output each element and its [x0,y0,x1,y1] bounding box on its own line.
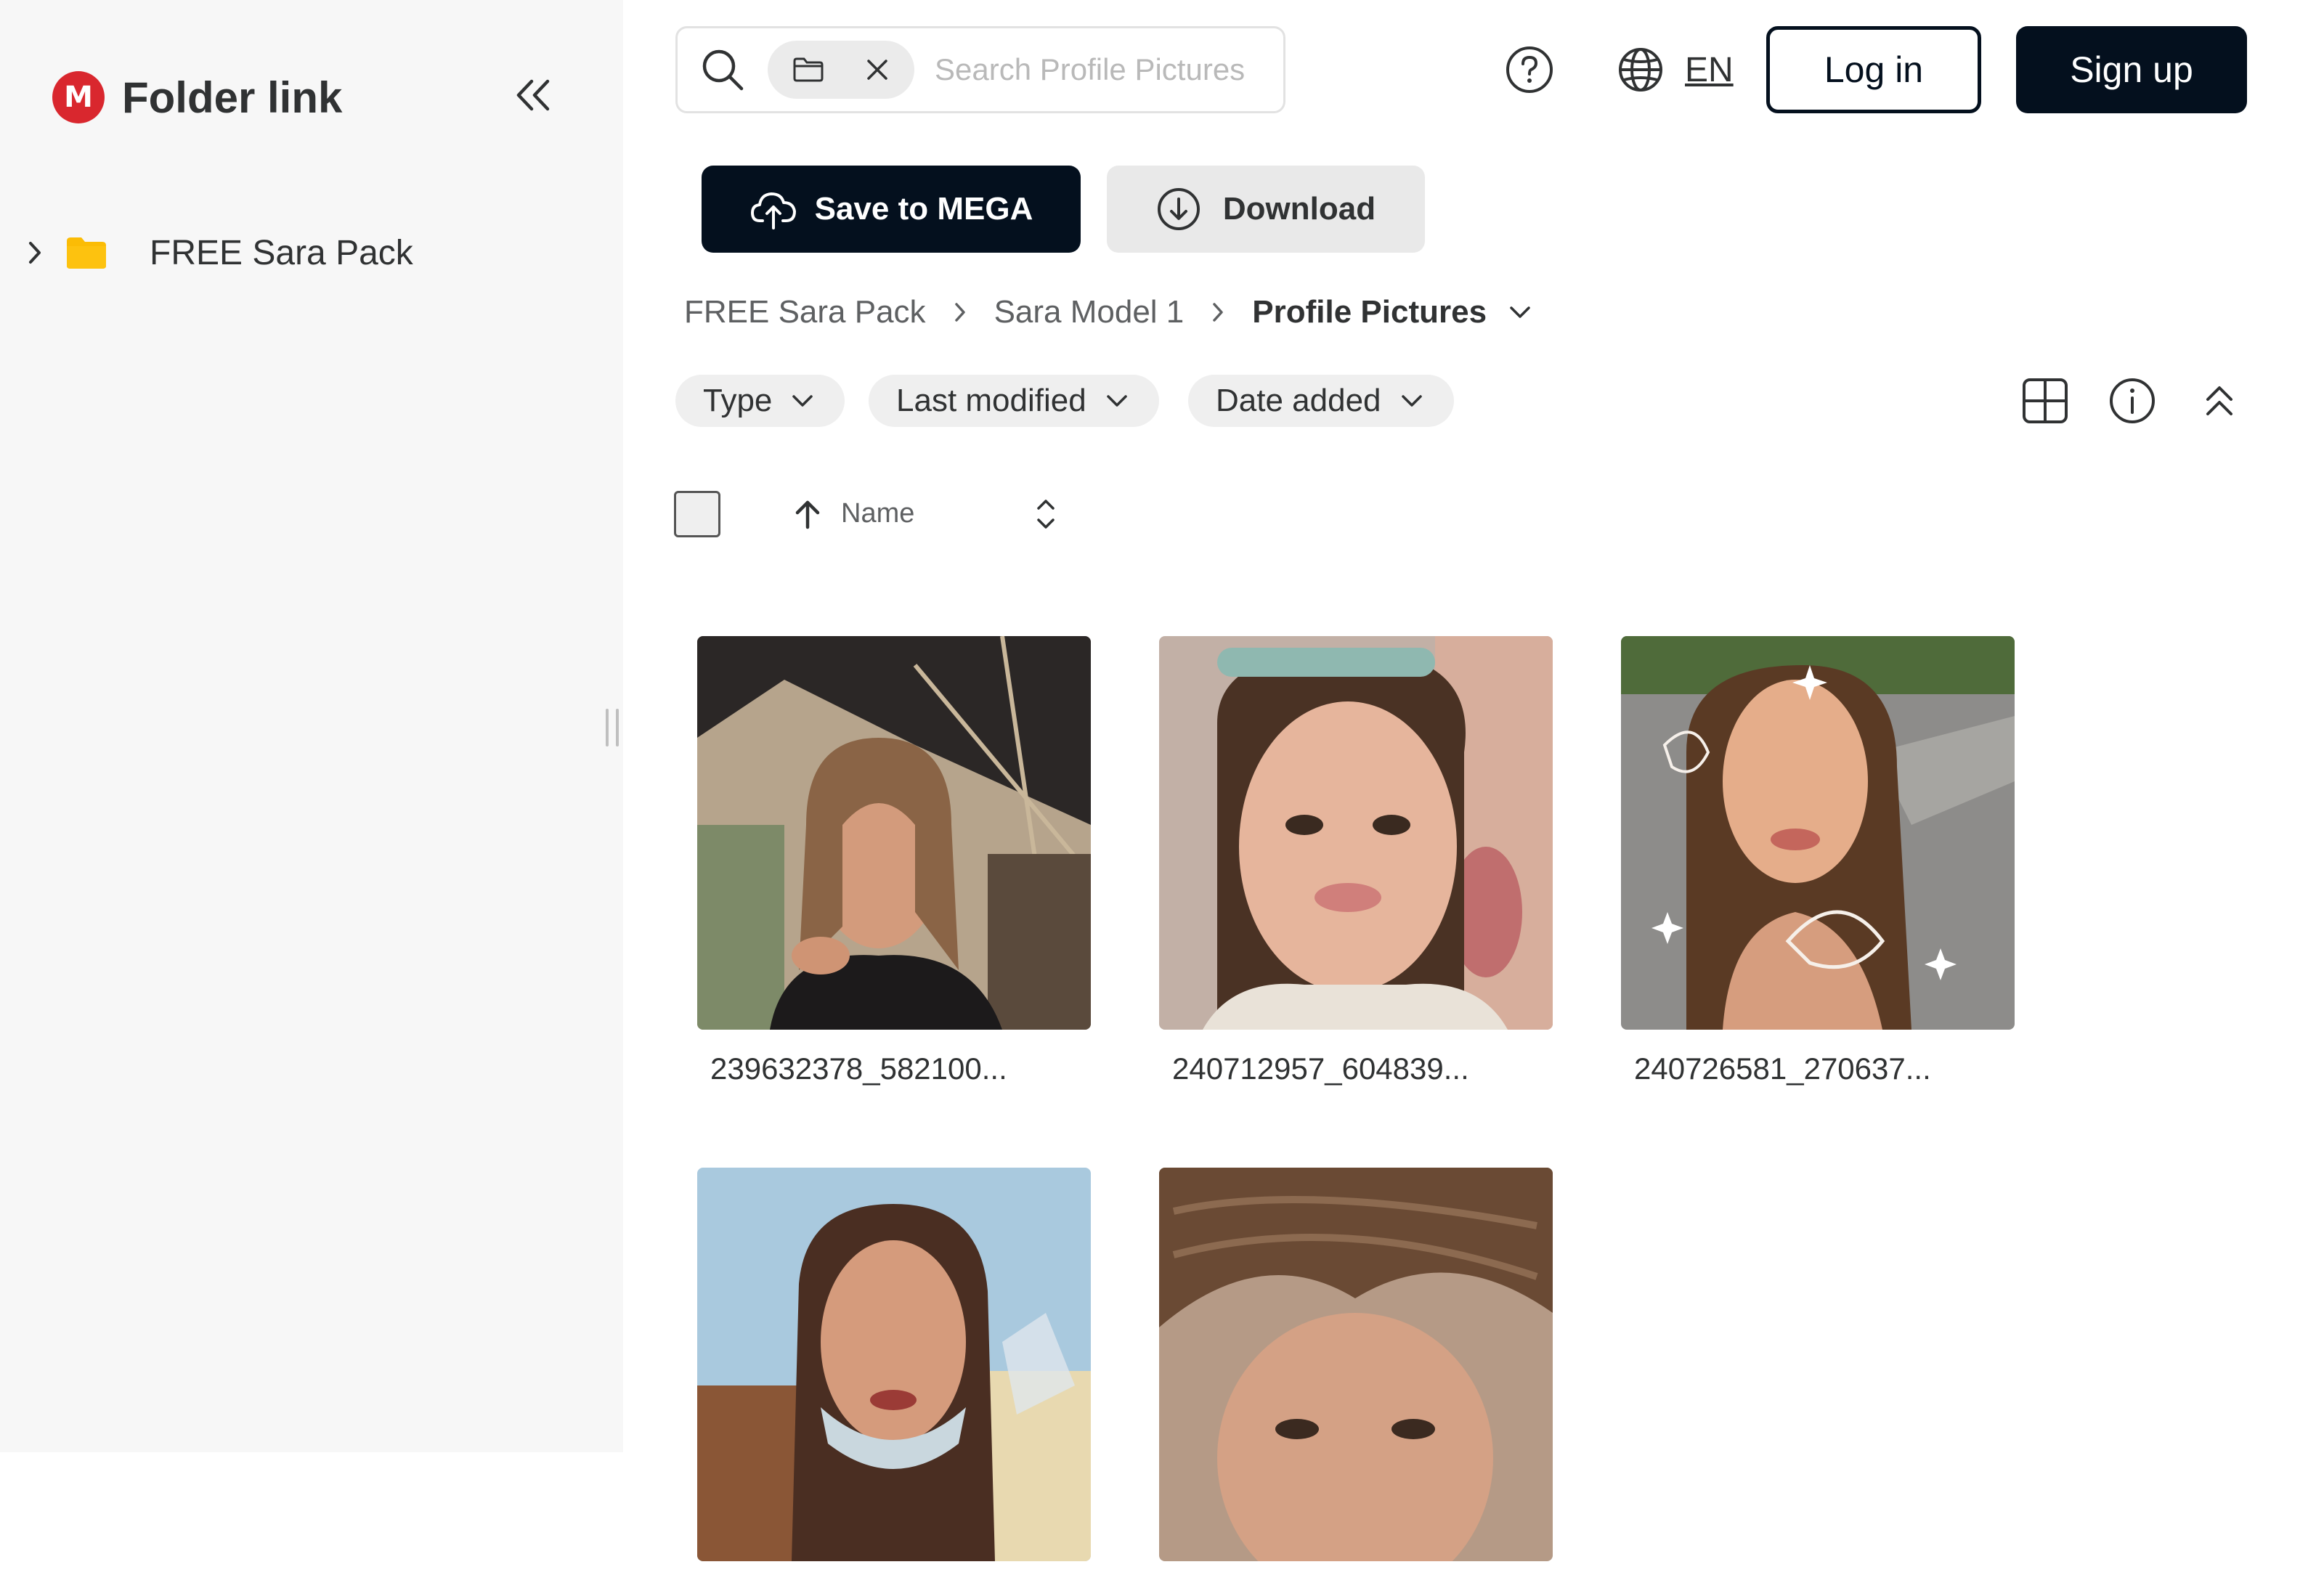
breadcrumb-item[interactable]: FREE Sara Pack [684,294,926,330]
sidebar-resize-handle[interactable] [606,709,619,746]
search-scope-chip [768,41,914,99]
brand-title: Folder link [122,73,343,122]
file-tile[interactable]: 240726581_270637... [1621,636,2015,1086]
chevron-down-icon[interactable] [1506,298,1535,327]
collapse-sidebar-button[interactable] [508,70,559,121]
image-thumbnail [697,1168,1091,1561]
info-icon [2110,378,2155,423]
image-thumbnail [1621,636,2015,1030]
grid-view-button[interactable] [2019,375,2071,427]
help-icon [1506,46,1553,93]
download-button[interactable]: Download [1107,166,1425,253]
globe-icon [1619,48,1662,91]
file-tile[interactable]: 239632378_582100... [697,636,1091,1086]
filter-label: Last modified [896,383,1086,418]
search-input[interactable] [935,52,1269,87]
download-label: Download [1222,191,1376,227]
breadcrumb-current[interactable]: Profile Pictures [1252,294,1487,330]
breadcrumb-item[interactable]: Sara Model 1 [994,294,1185,330]
image-thumbnail [1159,1168,1553,1561]
save-label: Save to MEGA [814,191,1033,227]
collapse-header-button[interactable] [2193,375,2246,427]
login-button[interactable]: Log in [1766,26,1981,113]
arrow-up-icon[interactable] [792,498,824,530]
file-name: 240712957_604839... [1172,1051,1469,1086]
sidebar: M Folder link FREE Sara Pack [0,0,623,1452]
chevron-down-icon [1400,388,1426,414]
help-button[interactable] [1503,44,1556,96]
image-thumbnail [697,636,1091,1030]
file-name: 240726581_270637... [1634,1051,1931,1086]
column-header-name[interactable]: Name [841,498,914,529]
mega-logo-icon: M [52,71,105,123]
chevron-down-icon [791,388,817,414]
filter-label: Type [703,383,773,418]
chevron-right-icon [940,298,980,327]
filter-last-modified[interactable]: Last modified [869,375,1159,427]
brand[interactable]: M Folder link [52,71,342,123]
filter-type[interactable]: Type [675,375,845,427]
select-all-checkbox[interactable] [674,491,720,537]
file-tile[interactable]: 240712957_604839... [1159,636,1553,1086]
language-selector[interactable]: EN [1617,44,1734,96]
sidebar-item-label: FREE Sara Pack [150,233,413,272]
sort-toggle-icon[interactable] [1031,495,1060,533]
filter-date-added[interactable]: Date added [1188,375,1454,427]
close-icon[interactable] [865,57,890,82]
search-bar [675,26,1285,113]
signup-button[interactable]: Sign up [2016,26,2247,113]
grid-view-icon [2023,378,2068,423]
double-chevron-left-icon [516,79,550,111]
file-name: 239632378_582100... [710,1051,1007,1086]
folder-outline-icon [793,57,824,82]
filter-label: Date added [1216,383,1381,418]
save-to-mega-button[interactable]: Save to MEGA [702,166,1081,253]
double-chevron-up-icon [2206,386,2232,415]
cloud-upload-icon [750,192,796,229]
folder-icon [67,237,106,269]
file-tile[interactable] [697,1168,1091,1583]
language-code: EN [1685,50,1734,89]
search-icon[interactable] [699,46,746,93]
file-tile[interactable] [1159,1168,1553,1583]
chevron-right-icon [1198,298,1238,327]
chevron-down-icon [1105,388,1131,414]
breadcrumb: FREE Sara Pack Sara Model 1 Profile Pict… [684,289,1535,335]
sidebar-item-free-sara-pack[interactable]: FREE Sara Pack [22,229,413,276]
download-icon [1157,188,1200,230]
info-button[interactable] [2106,375,2158,427]
chevron-right-icon[interactable] [22,240,48,266]
image-thumbnail [1159,636,1553,1030]
